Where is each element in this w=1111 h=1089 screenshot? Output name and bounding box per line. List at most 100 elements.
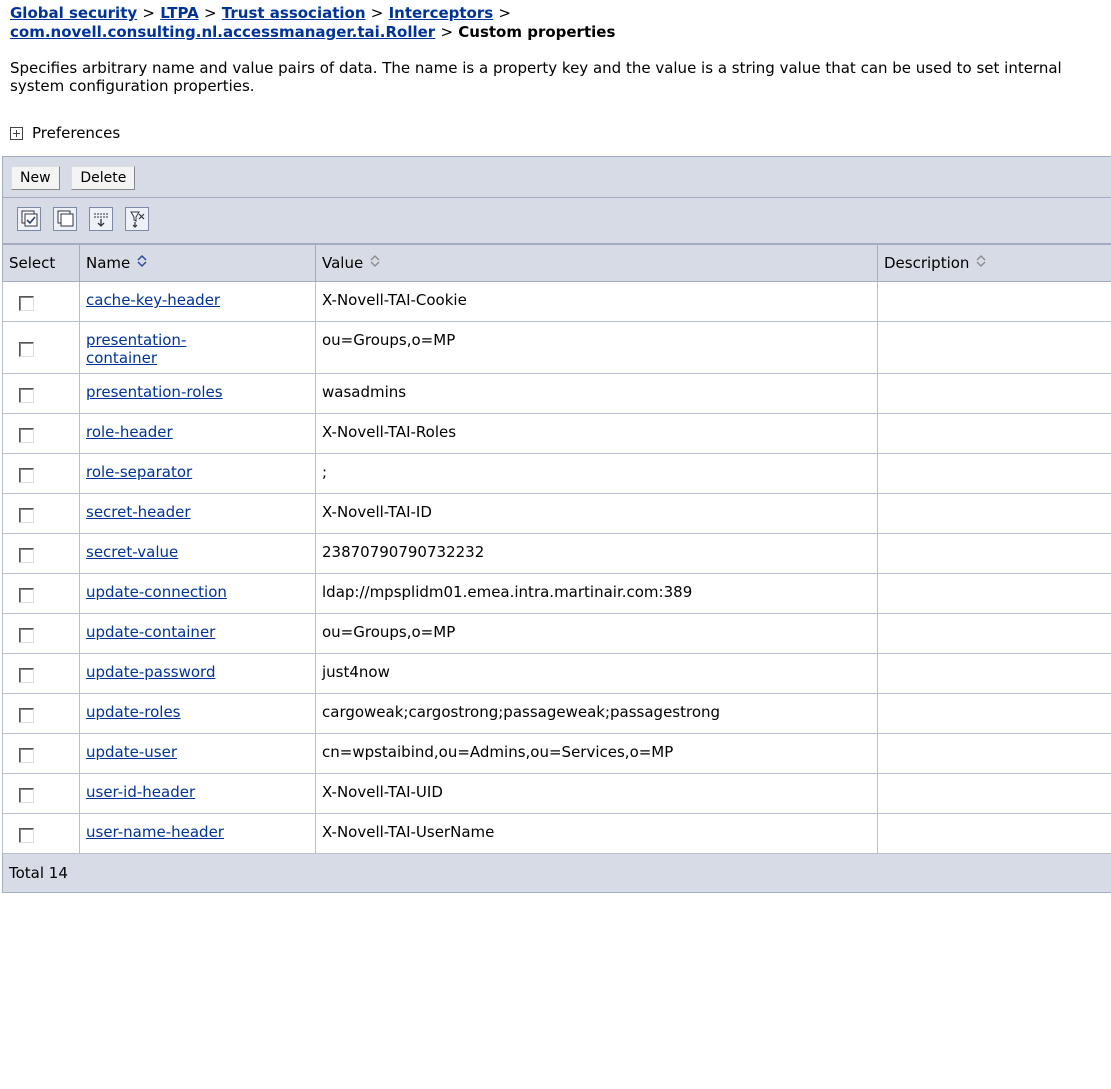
value-cell: X-Novell-TAI-UserName — [315, 813, 878, 854]
row-checkbox[interactable] — [19, 708, 34, 723]
property-name-link[interactable]: presentation-roles — [86, 383, 223, 401]
value-cell: X-Novell-TAI-UID — [315, 773, 878, 814]
column-header-value[interactable]: Value — [315, 244, 878, 282]
value-cell: just4now — [315, 653, 878, 694]
expand-icon[interactable] — [10, 126, 23, 140]
table-row: user-id-header X-Novell-TAI-UID — [2, 773, 1111, 814]
property-name-link[interactable]: secret-header — [86, 503, 191, 521]
select-cell — [2, 773, 80, 814]
breadcrumb-link-trust-association[interactable]: Trust association — [222, 4, 366, 22]
row-checkbox[interactable] — [19, 508, 34, 523]
table-row: presentation-roles wasadmins — [2, 373, 1111, 414]
total-count: Total 14 — [2, 854, 1111, 893]
property-name-link[interactable]: role-header — [86, 423, 173, 441]
property-name-link[interactable]: cache-key-header — [86, 291, 220, 309]
row-checkbox[interactable] — [19, 628, 34, 643]
property-name-link[interactable]: user-id-header — [86, 783, 195, 801]
breadcrumb-separator: > — [203, 4, 217, 22]
property-name-link[interactable]: update-roles — [86, 703, 181, 721]
name-cell: role-separator — [79, 453, 316, 494]
description-cell — [877, 613, 1111, 654]
name-cell: user-id-header — [79, 773, 316, 814]
name-cell: secret-header — [79, 493, 316, 534]
property-name-link[interactable]: secret-value — [86, 543, 178, 561]
name-cell: secret-value — [79, 533, 316, 574]
column-header-description[interactable]: Description — [877, 244, 1111, 282]
column-header-name[interactable]: Name — [79, 244, 316, 282]
column-header-select-label: Select — [9, 254, 56, 272]
icon-toolbar — [2, 198, 1111, 244]
property-name-link[interactable]: role-separator — [86, 463, 192, 481]
row-checkbox[interactable] — [19, 428, 34, 443]
description-cell — [877, 653, 1111, 694]
row-checkbox[interactable] — [19, 342, 34, 357]
column-header-name-label: Name — [86, 253, 131, 272]
clear-filter-icon[interactable] — [125, 207, 149, 231]
delete-button[interactable]: Delete — [71, 166, 136, 190]
name-cell: update-user — [79, 733, 316, 774]
show-filter-icon[interactable] — [89, 207, 113, 231]
property-name-link[interactable]: update-password — [86, 663, 215, 681]
row-checkbox[interactable] — [19, 668, 34, 683]
breadcrumb-separator: > — [142, 4, 155, 22]
select-cell — [2, 373, 80, 414]
select-cell — [2, 533, 80, 574]
value-cell: X-Novell-TAI-Roles — [315, 413, 878, 454]
preferences-toggle[interactable]: Preferences — [10, 124, 120, 142]
page-title: Custom properties — [458, 23, 616, 41]
select-cell — [2, 653, 80, 694]
new-button[interactable]: New — [11, 166, 60, 190]
name-cell: user-name-header — [79, 813, 316, 854]
value-cell: wasadmins — [315, 373, 878, 414]
description-cell — [877, 321, 1111, 374]
row-checkbox[interactable] — [19, 748, 34, 763]
row-checkbox[interactable] — [19, 548, 34, 563]
breadcrumb-link-global-security[interactable]: Global security — [10, 4, 137, 22]
value-cell: ou=Groups,o=MP — [315, 613, 878, 654]
table-row: update-user cn=wpstaibind,ou=Admins,ou=Se… — [2, 733, 1111, 774]
select-cell — [2, 493, 80, 534]
column-header-description-label: Description — [884, 253, 970, 272]
name-cell: update-container — [79, 613, 316, 654]
table-row: user-name-header X-Novell-TAI-UserName — [2, 813, 1111, 854]
table-row: role-header X-Novell-TAI-Roles — [2, 413, 1111, 454]
select-all-icon[interactable] — [17, 207, 41, 231]
breadcrumb-link-ltpa[interactable]: LTPA — [160, 4, 199, 22]
row-checkbox[interactable] — [19, 388, 34, 403]
description-cell — [877, 573, 1111, 614]
row-checkbox[interactable] — [19, 468, 34, 483]
table-row: secret-value 23870790790732232 — [2, 533, 1111, 574]
custom-properties-panel: New Delete Select Name Value Description… — [2, 156, 1111, 893]
deselect-all-icon[interactable] — [53, 207, 77, 231]
property-name-link[interactable]: update-user — [86, 743, 177, 761]
table-row: cache-key-header X-Novell-TAI-Cookie — [2, 281, 1111, 322]
value-cell: X-Novell-TAI-ID — [315, 493, 878, 534]
breadcrumb-separator: > — [370, 4, 384, 22]
description-cell — [877, 693, 1111, 734]
select-cell — [2, 613, 80, 654]
select-cell — [2, 733, 80, 774]
property-name-link[interactable]: presentation-container — [86, 331, 186, 367]
description-cell — [877, 373, 1111, 414]
select-cell — [2, 321, 80, 374]
breadcrumb-link-interceptors[interactable]: Interceptors — [389, 4, 494, 22]
column-header-value-label: Value — [322, 253, 364, 272]
row-checkbox[interactable] — [19, 588, 34, 603]
breadcrumb-separator: > — [498, 4, 511, 22]
custom-properties-table: Select Name Value Description cache-key-… — [2, 244, 1111, 854]
breadcrumb-link-interceptor-class[interactable]: com.novell.consulting.nl.accessmanager.t… — [10, 23, 435, 41]
value-cell: 23870790790732232 — [315, 533, 878, 574]
row-checkbox[interactable] — [19, 828, 34, 843]
table-row: presentation-container ou=Groups,o=MP — [2, 321, 1111, 374]
property-name-link[interactable]: update-connection — [86, 583, 227, 601]
property-name-link[interactable]: update-container — [86, 623, 215, 641]
name-cell: update-roles — [79, 693, 316, 734]
sort-icon[interactable] — [975, 254, 987, 272]
property-name-link[interactable]: user-name-header — [86, 823, 224, 841]
sort-icon[interactable] — [136, 254, 148, 272]
row-checkbox[interactable] — [19, 788, 34, 803]
row-checkbox[interactable] — [19, 296, 34, 311]
sort-icon[interactable] — [369, 254, 381, 272]
value-cell: ldap://mpsplidm01.emea.intra.martinair.c… — [315, 573, 878, 614]
description-cell — [877, 773, 1111, 814]
